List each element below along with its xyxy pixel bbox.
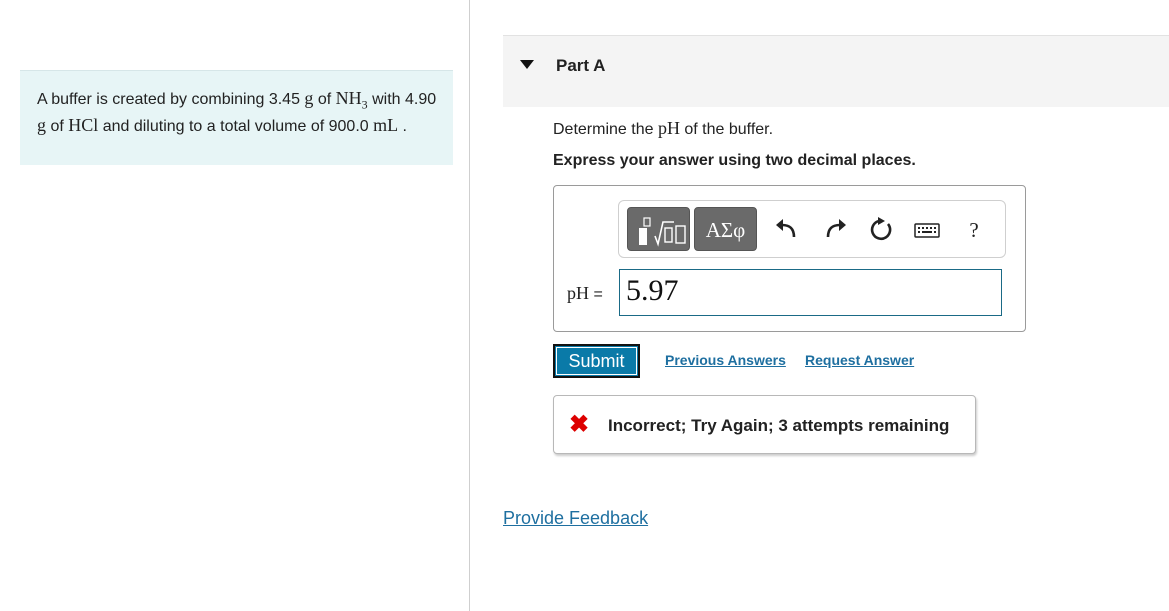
caret-down-icon[interactable] (520, 60, 534, 69)
question-pre: Determine the (553, 121, 658, 138)
answer-box: ΑΣφ ? pH = 5.97 (553, 185, 1026, 332)
equals-sign: = (593, 286, 603, 303)
problem-seg-10: . (398, 117, 407, 135)
reset-icon[interactable] (866, 215, 896, 245)
problem-seg-4: with 4.90 (367, 91, 437, 108)
variable-name: pH (567, 283, 589, 303)
answer-input[interactable]: 5.97 (619, 269, 1002, 316)
problem-statement: A buffer is created by combining 3.45 g … (20, 70, 453, 165)
problem-seg-8: and diluting to a total volume of 900.0 (98, 117, 374, 135)
problem-seg-7: HCl (68, 114, 99, 135)
part-a-header[interactable]: Part A (503, 35, 1169, 107)
provide-feedback-link[interactable]: Provide Feedback (503, 508, 648, 529)
request-answer-link[interactable]: Request Answer (805, 352, 914, 368)
question-text: Determine the pH of the buffer. (553, 118, 773, 139)
feedback-box: ✖ Incorrect; Try Again; 3 attempts remai… (553, 395, 976, 454)
help-icon[interactable]: ? (959, 215, 989, 245)
greek-symbols-button[interactable]: ΑΣφ (694, 207, 757, 251)
problem-seg-3: NH (335, 88, 362, 108)
problem-seg-0: A buffer is created by combining 3.45 (37, 91, 305, 108)
problem-seg-5: g (37, 114, 46, 135)
previous-answers-link[interactable]: Previous Answers (665, 352, 786, 368)
left-panel: A buffer is created by combining 3.45 g … (0, 0, 470, 611)
variable-label: pH = (567, 283, 603, 304)
redo-icon[interactable] (820, 215, 850, 245)
incorrect-x-icon: ✖ (569, 411, 590, 438)
submit-button[interactable]: Submit (553, 344, 640, 378)
problem-formula-nh3: NH3 (335, 88, 368, 112)
problem-seg-9: mL (373, 114, 399, 135)
keyboard-icon[interactable] (912, 215, 942, 245)
question-post: of the buffer. (679, 121, 774, 138)
undo-icon[interactable] (772, 215, 802, 245)
problem-seg-2: of (313, 91, 336, 108)
question-math: pH (657, 118, 680, 138)
templates-icon (639, 217, 686, 247)
math-toolbar: ΑΣφ ? (618, 200, 1006, 258)
part-title: Part A (556, 56, 606, 75)
templates-button[interactable] (627, 207, 690, 251)
problem-seg-6: of (46, 117, 69, 135)
instruction-text: Express your answer using two decimal pl… (553, 152, 916, 169)
feedback-message: Incorrect; Try Again; 3 attempts remaini… (608, 416, 950, 435)
